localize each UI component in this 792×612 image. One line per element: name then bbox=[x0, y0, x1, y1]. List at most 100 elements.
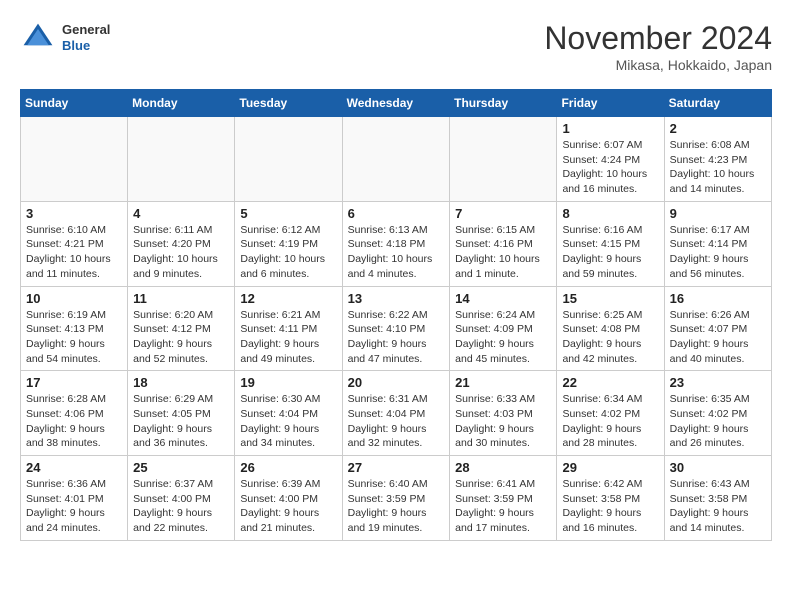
day-info: Sunrise: 6:25 AM Sunset: 4:08 PM Dayligh… bbox=[562, 308, 658, 367]
day-number: 10 bbox=[26, 291, 122, 306]
calendar-cell bbox=[21, 117, 128, 202]
day-info: Sunrise: 6:16 AM Sunset: 4:15 PM Dayligh… bbox=[562, 223, 658, 282]
day-number: 16 bbox=[670, 291, 766, 306]
day-number: 18 bbox=[133, 375, 229, 390]
calendar-week-1: 1 Sunrise: 6:07 AM Sunset: 4:24 PM Daylig… bbox=[21, 117, 772, 202]
calendar-cell: 17Sunrise: 6:28 AM Sunset: 4:06 PM Dayli… bbox=[21, 371, 128, 456]
calendar-cell: 19Sunrise: 6:30 AM Sunset: 4:04 PM Dayli… bbox=[235, 371, 342, 456]
calendar-cell: 27 Sunrise: 6:40 AM Sunset: 3:59 PM Dayli… bbox=[342, 456, 450, 541]
day-number: 1 bbox=[562, 121, 658, 136]
calendar-table: SundayMondayTuesdayWednesdayThursdayFrid… bbox=[20, 89, 772, 541]
calendar-cell: 9 Sunrise: 6:17 AM Sunset: 4:14 PM Daylig… bbox=[664, 201, 771, 286]
calendar-cell bbox=[342, 117, 450, 202]
day-info: Sunrise: 6:40 AM Sunset: 3:59 PM Dayligh… bbox=[348, 477, 445, 536]
day-number: 23 bbox=[670, 375, 766, 390]
day-number: 12 bbox=[240, 291, 336, 306]
calendar-cell: 23 Sunrise: 6:35 AM Sunset: 4:02 PM Dayli… bbox=[664, 371, 771, 456]
calendar-cell bbox=[235, 117, 342, 202]
day-number: 6 bbox=[348, 206, 445, 221]
day-info: Sunrise: 6:20 AM Sunset: 4:12 PM Dayligh… bbox=[133, 308, 229, 367]
day-number: 27 bbox=[348, 460, 445, 475]
weekday-header-friday: Friday bbox=[557, 90, 664, 117]
calendar-cell: 7 Sunrise: 6:15 AM Sunset: 4:16 PM Daylig… bbox=[450, 201, 557, 286]
day-info: Sunrise: 6:17 AM Sunset: 4:14 PM Dayligh… bbox=[670, 223, 766, 282]
day-number: 8 bbox=[562, 206, 658, 221]
day-number: 13 bbox=[348, 291, 445, 306]
day-info: Sunrise: 6:28 AM Sunset: 4:06 PM Dayligh… bbox=[26, 392, 122, 451]
day-number: 9 bbox=[670, 206, 766, 221]
calendar-week-5: 24Sunrise: 6:36 AM Sunset: 4:01 PM Dayli… bbox=[21, 456, 772, 541]
day-info: Sunrise: 6:26 AM Sunset: 4:07 PM Dayligh… bbox=[670, 308, 766, 367]
day-info: Sunrise: 6:08 AM Sunset: 4:23 PM Dayligh… bbox=[670, 138, 766, 197]
day-info: Sunrise: 6:11 AM Sunset: 4:20 PM Dayligh… bbox=[133, 223, 229, 282]
calendar-cell: 29 Sunrise: 6:42 AM Sunset: 3:58 PM Dayli… bbox=[557, 456, 664, 541]
day-info: Sunrise: 6:33 AM Sunset: 4:03 PM Dayligh… bbox=[455, 392, 551, 451]
weekday-header-sunday: Sunday bbox=[21, 90, 128, 117]
calendar-cell: 13 Sunrise: 6:22 AM Sunset: 4:10 PM Dayli… bbox=[342, 286, 450, 371]
day-number: 2 bbox=[670, 121, 766, 136]
day-number: 7 bbox=[455, 206, 551, 221]
calendar-cell: 21Sunrise: 6:33 AM Sunset: 4:03 PM Dayli… bbox=[450, 371, 557, 456]
weekday-header-saturday: Saturday bbox=[664, 90, 771, 117]
day-number: 26 bbox=[240, 460, 336, 475]
day-info: Sunrise: 6:34 AM Sunset: 4:02 PM Dayligh… bbox=[562, 392, 658, 451]
calendar-cell: 18 Sunrise: 6:29 AM Sunset: 4:05 PM Dayli… bbox=[128, 371, 235, 456]
day-info: Sunrise: 6:12 AM Sunset: 4:19 PM Dayligh… bbox=[240, 223, 336, 282]
calendar-cell: 12 Sunrise: 6:21 AM Sunset: 4:11 PM Dayli… bbox=[235, 286, 342, 371]
day-info: Sunrise: 6:30 AM Sunset: 4:04 PM Dayligh… bbox=[240, 392, 336, 451]
day-info: Sunrise: 6:31 AM Sunset: 4:04 PM Dayligh… bbox=[348, 392, 445, 451]
calendar-cell: 16 Sunrise: 6:26 AM Sunset: 4:07 PM Dayli… bbox=[664, 286, 771, 371]
logo-text: General Blue bbox=[62, 22, 110, 53]
calendar-cell: 26Sunrise: 6:39 AM Sunset: 4:00 PM Dayli… bbox=[235, 456, 342, 541]
logo-general: General bbox=[62, 22, 110, 38]
day-info: Sunrise: 6:37 AM Sunset: 4:00 PM Dayligh… bbox=[133, 477, 229, 536]
day-number: 15 bbox=[562, 291, 658, 306]
day-number: 11 bbox=[133, 291, 229, 306]
weekday-header-wednesday: Wednesday bbox=[342, 90, 450, 117]
day-info: Sunrise: 6:24 AM Sunset: 4:09 PM Dayligh… bbox=[455, 308, 551, 367]
logo: General Blue bbox=[20, 20, 110, 56]
day-number: 5 bbox=[240, 206, 336, 221]
day-number: 14 bbox=[455, 291, 551, 306]
day-info: Sunrise: 6:41 AM Sunset: 3:59 PM Dayligh… bbox=[455, 477, 551, 536]
day-info: Sunrise: 6:10 AM Sunset: 4:21 PM Dayligh… bbox=[26, 223, 122, 282]
weekday-header-thursday: Thursday bbox=[450, 90, 557, 117]
calendar-week-3: 10 Sunrise: 6:19 AM Sunset: 4:13 PM Dayli… bbox=[21, 286, 772, 371]
day-info: Sunrise: 6:43 AM Sunset: 3:58 PM Dayligh… bbox=[670, 477, 766, 536]
day-number: 28 bbox=[455, 460, 551, 475]
calendar-cell bbox=[450, 117, 557, 202]
day-info: Sunrise: 6:36 AM Sunset: 4:01 PM Dayligh… bbox=[26, 477, 122, 536]
calendar-cell: 25 Sunrise: 6:37 AM Sunset: 4:00 PM Dayli… bbox=[128, 456, 235, 541]
weekday-header-tuesday: Tuesday bbox=[235, 90, 342, 117]
page-header: General Blue November 2024 Mikasa, Hokka… bbox=[20, 20, 772, 73]
month-title: November 2024 bbox=[544, 20, 772, 57]
calendar-cell: 11 Sunrise: 6:20 AM Sunset: 4:12 PM Dayli… bbox=[128, 286, 235, 371]
calendar-cell: 10 Sunrise: 6:19 AM Sunset: 4:13 PM Dayli… bbox=[21, 286, 128, 371]
day-info: Sunrise: 6:15 AM Sunset: 4:16 PM Dayligh… bbox=[455, 223, 551, 282]
day-info: Sunrise: 6:22 AM Sunset: 4:10 PM Dayligh… bbox=[348, 308, 445, 367]
day-info: Sunrise: 6:42 AM Sunset: 3:58 PM Dayligh… bbox=[562, 477, 658, 536]
day-number: 20 bbox=[348, 375, 445, 390]
calendar-cell: 5 Sunrise: 6:12 AM Sunset: 4:19 PM Daylig… bbox=[235, 201, 342, 286]
logo-icon bbox=[20, 20, 56, 56]
calendar-cell: 14 Sunrise: 6:24 AM Sunset: 4:09 PM Dayli… bbox=[450, 286, 557, 371]
calendar-cell: 8 Sunrise: 6:16 AM Sunset: 4:15 PM Daylig… bbox=[557, 201, 664, 286]
location: Mikasa, Hokkaido, Japan bbox=[544, 57, 772, 73]
day-info: Sunrise: 6:29 AM Sunset: 4:05 PM Dayligh… bbox=[133, 392, 229, 451]
calendar-cell: 4Sunrise: 6:11 AM Sunset: 4:20 PM Daylig… bbox=[128, 201, 235, 286]
day-info: Sunrise: 6:19 AM Sunset: 4:13 PM Dayligh… bbox=[26, 308, 122, 367]
day-info: Sunrise: 6:07 AM Sunset: 4:24 PM Dayligh… bbox=[562, 138, 658, 197]
calendar-cell: 3Sunrise: 6:10 AM Sunset: 4:21 PM Daylig… bbox=[21, 201, 128, 286]
calendar-cell: 24Sunrise: 6:36 AM Sunset: 4:01 PM Dayli… bbox=[21, 456, 128, 541]
weekday-header-monday: Monday bbox=[128, 90, 235, 117]
day-info: Sunrise: 6:35 AM Sunset: 4:02 PM Dayligh… bbox=[670, 392, 766, 451]
day-number: 25 bbox=[133, 460, 229, 475]
day-number: 29 bbox=[562, 460, 658, 475]
title-block: November 2024 Mikasa, Hokkaido, Japan bbox=[544, 20, 772, 73]
calendar-cell: 30 Sunrise: 6:43 AM Sunset: 3:58 PM Dayli… bbox=[664, 456, 771, 541]
calendar-cell: 22Sunrise: 6:34 AM Sunset: 4:02 PM Dayli… bbox=[557, 371, 664, 456]
calendar-cell: 28 Sunrise: 6:41 AM Sunset: 3:59 PM Dayli… bbox=[450, 456, 557, 541]
day-number: 30 bbox=[670, 460, 766, 475]
day-info: Sunrise: 6:21 AM Sunset: 4:11 PM Dayligh… bbox=[240, 308, 336, 367]
calendar-week-2: 3Sunrise: 6:10 AM Sunset: 4:21 PM Daylig… bbox=[21, 201, 772, 286]
